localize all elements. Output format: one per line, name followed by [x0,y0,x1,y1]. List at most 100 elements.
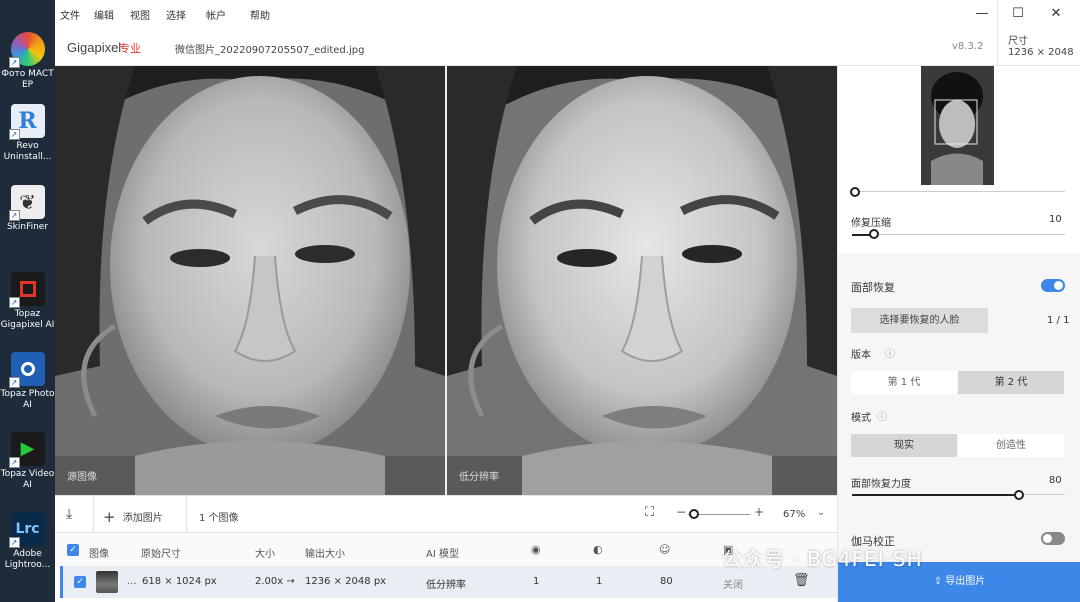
menu-view[interactable]: 视图 [130,7,150,22]
original-label: 源图像 [67,472,97,483]
sidebar-upper: 修复压缩 10 [838,66,1080,252]
lightroom-icon: Lrc ↗ [8,512,45,548]
compress-label: 修复压缩 [851,218,891,229]
strength-label: 面部恢复力度 [851,479,911,490]
mode-realistic-option[interactable]: 现实 [851,434,957,457]
dimensions-value: 1236 × 2048 [1008,47,1074,58]
menu-account[interactable]: 帐户 [206,7,226,22]
original-preview: 源图像 [55,66,445,495]
row-checkbox[interactable]: ✓ [74,576,86,588]
gen-1-option[interactable]: 第 1 代 [851,371,957,394]
zoom-out-button[interactable]: − [676,505,686,519]
desktop-icon-photo-ai[interactable]: ↗ Topaz Photo AI [0,352,55,411]
app-header: Gigapixel 专业 微信图片_20220907205507_edited.… [55,0,1080,66]
desktop-strip: ↗ Фото MACT EP R ↗ Revo Uninstall... ❦ ↗ S… [0,0,55,602]
gigapixel-window: 文件 编辑 视图 选择 帐户 帮助 — ☐ ✕ Gigapixel 专业 微信图… [55,0,1080,602]
plus-icon: + [103,508,116,526]
dimensions-label: 尺寸 [1008,36,1028,47]
info-icon[interactable]: ⓘ [885,345,895,360]
droplet-icon: ◉ [531,543,541,556]
desktop-icon-skinfiner[interactable]: ❦ ↗ SkinFiner [0,185,55,233]
menu-file[interactable]: 文件 [60,7,80,22]
trash-icon[interactable]: 🗑 [793,573,810,588]
mode-label: 模式 [851,413,871,424]
select-face-button[interactable]: 选择要恢复的人脸 [851,308,988,333]
desktop-icon-gigapixel[interactable]: ↗ Topaz Gigapixel AI [0,272,55,331]
app-brand: Gigapixel [67,40,122,55]
desktop-icon-label: Adobe Lightroo... [4,549,51,570]
dimensions-box: 尺寸 1236 × 2048 [997,0,1080,66]
chevron-down-icon[interactable]: ⌄ [817,507,825,518]
row-scale[interactable]: 2.00x → [255,576,295,587]
gamma-toggle[interactable] [1041,532,1065,545]
strength-slider-fill [852,494,1019,496]
face-count: 1 / 1 [1047,315,1070,326]
strength-slider-knob[interactable] [1014,490,1024,500]
desktop-icon-label: Topaz Gigapixel AI [0,309,55,330]
desktop-icon-revo[interactable]: R ↗ Revo Uninstall... [0,104,55,163]
col-image: 图像 [89,549,109,560]
menu-help[interactable]: 帮助 [250,7,270,22]
zoom-level[interactable]: 67% [783,509,805,520]
desktop-icon-lightroom[interactable]: Lrc ↗ Adobe Lightroo... [0,512,55,571]
revo-uninstaller-icon: R ↗ [8,104,45,140]
app-version: v8.3.2 [952,41,984,52]
col-ai-model: AI 模型 [426,549,459,560]
desktop-icon-video-ai[interactable]: ▶ ↗ Topaz Video AI [0,432,55,491]
select-all-checkbox[interactable]: ✓ [67,544,79,556]
color-wheel-icon: ↗ [8,32,45,68]
face-recovery-panel: 面部恢复 选择要恢复的人脸 1 / 1 版本 ⓘ 第 1 代 第 2 代 模式 … [838,253,1080,562]
face-recovery-toggle[interactable] [1041,279,1065,292]
slider-knob[interactable] [850,187,860,197]
row-thumbnail [96,571,118,593]
toolbar-divider [186,496,187,534]
compress-slider-track[interactable] [852,234,1065,235]
zoom-in-button[interactable]: + [754,505,764,519]
settings-sidebar: 修复压缩 10 面部恢复 选择要恢复的人脸 1 / 1 版本 ⓘ 第 1 代 第… [837,66,1080,602]
contrast-icon: ◐ [593,543,603,556]
face-preview-thumbnail [921,66,994,185]
image-list-header: ✓ 图像 原始尺寸 大小 输出大小 AI 模型 ◉ ◐ ☺ ▣ [55,533,837,566]
row-output-size: 1236 × 2048 px [305,576,387,587]
desktop-icon-label: Topaz Photo AI [0,389,55,410]
compress-value: 10 [1049,214,1062,225]
desktop-icon-label: SkinFiner [6,222,49,232]
download-arrow-icon[interactable]: ⤓ [66,506,72,522]
row-value-3: 80 [660,576,673,587]
menu-select[interactable]: 选择 [166,7,186,22]
result-preview: 低分辨率 [447,66,837,495]
compress-slider-knob[interactable] [869,229,879,239]
pro-badge: 专业 [119,42,141,55]
menu-bar: 文件 编辑 视图 选择 帐户 帮助 — ☐ ✕ [55,0,1080,27]
image-viewer[interactable]: 源图像 低分辨率 [55,66,837,495]
row-value-1: 1 [533,576,540,587]
feather-icon: ❦ ↗ [8,185,45,221]
row-ellipsis: ... [127,576,137,587]
mode-creative-option[interactable]: 创造性 [958,434,1064,457]
row-value-2: 1 [596,576,603,587]
info-icon[interactable]: ⓘ [877,408,887,423]
minimize-button[interactable]: — [972,5,992,22]
gen-2-option[interactable]: 第 2 代 [958,371,1064,394]
menu-edit[interactable]: 编辑 [94,7,114,22]
row-ai-model: 低分辨率 [426,580,466,591]
slider-track[interactable] [852,191,1065,192]
add-image-button[interactable]: + 添加图片 [103,507,163,526]
fit-screen-icon[interactable]: ⛶ [645,505,654,520]
desktop-icon-label: Фото MACT EP [1,69,54,90]
topaz-video-icon: ▶ ↗ [8,432,45,468]
result-label: 低分辨率 [459,472,499,483]
desktop-icon-photo-master[interactable]: ↗ Фото MACT EP [0,32,55,91]
gigapixel-icon: ↗ [8,272,45,308]
zoom-slider-knob[interactable] [689,509,699,519]
face-icon: ☺ [659,543,671,556]
col-original-size: 原始尺寸 [141,549,181,560]
desktop-icon-label: Revo Uninstall... [3,141,52,162]
topaz-photo-icon: ↗ [8,352,45,388]
table-row[interactable]: ✓ ... 618 × 1024 px 2.00x → 1236 × 2048 … [60,566,837,598]
row-value-4: 关闭 [723,580,743,591]
bottom-toolbar: ⤓ + 添加图片 1 个图像 ⛶ − + 67% ⌄ [55,495,837,534]
col-scale: 大小 [255,549,275,560]
file-name: 微信图片_20220907205507_edited.jpg [175,45,365,56]
image-count: 1 个图像 [199,513,239,524]
